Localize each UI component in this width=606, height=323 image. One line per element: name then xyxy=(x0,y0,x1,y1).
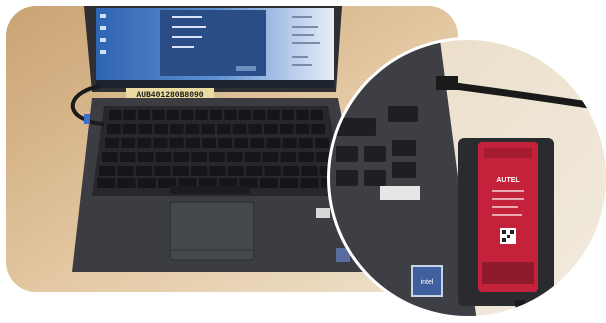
keyboard-key xyxy=(253,110,266,120)
keyboard-key xyxy=(173,152,190,162)
keyboard-key xyxy=(266,138,281,148)
keyboard-key xyxy=(224,110,237,120)
photo-svg: AUB401280B8090 intel AUTEL xyxy=(6,6,606,319)
keyboard-key xyxy=(227,166,245,176)
keyboard-key xyxy=(234,138,249,148)
keyboard-key xyxy=(154,124,168,134)
usb-connector xyxy=(84,114,90,124)
keyboard-key xyxy=(259,178,278,188)
device-brand: AUTEL xyxy=(496,177,520,184)
keyboard-key xyxy=(310,110,323,120)
keyboard-key xyxy=(217,124,231,134)
keyboard-key xyxy=(190,166,208,176)
keyboard-key xyxy=(279,124,294,134)
keyboard-key xyxy=(209,152,225,162)
keyboard-key xyxy=(102,152,118,162)
keyboard-key xyxy=(267,110,280,120)
keyboard-key xyxy=(99,166,116,176)
keyboard-key xyxy=(166,110,179,120)
keyboard-key xyxy=(218,138,233,148)
keyboard-key xyxy=(137,138,152,148)
keyboard-key xyxy=(153,138,168,148)
keyboard-key xyxy=(282,138,297,148)
keyboard-key xyxy=(122,124,137,134)
keyboard-key xyxy=(264,166,281,176)
keyboard-key xyxy=(123,110,136,120)
keyboard-key xyxy=(298,152,315,162)
keyboard-key xyxy=(181,110,194,120)
device-cable xyxy=(515,299,527,316)
keyboard-key xyxy=(209,166,226,176)
spacebar xyxy=(170,186,250,194)
keyboard-key xyxy=(296,110,309,120)
keyboard-key xyxy=(314,138,329,148)
photo-scene: AUB401280B8090 intel AUTEL xyxy=(0,0,606,319)
keyboard-key xyxy=(137,178,156,188)
keyboard-key xyxy=(152,110,165,120)
sticker xyxy=(316,208,330,218)
keyboard-key xyxy=(301,166,318,176)
keyboard-key xyxy=(105,138,120,148)
keyboard-key xyxy=(119,152,136,162)
keyboard-key xyxy=(138,124,153,134)
keyboard-key xyxy=(238,110,251,120)
keyboard-key xyxy=(201,124,215,134)
keyboard-key xyxy=(281,110,295,120)
keyboard-key xyxy=(248,124,263,134)
keyboard-key xyxy=(185,124,200,134)
keyboard-key xyxy=(155,152,172,162)
keyboard-key xyxy=(169,138,184,148)
keyboard-key xyxy=(232,124,247,134)
keyboard-key xyxy=(109,110,122,120)
keyboard-key xyxy=(191,152,207,162)
keyboard-key xyxy=(195,110,208,120)
keyboard-key xyxy=(135,166,153,176)
keyboard-key xyxy=(117,178,136,188)
keyboard-key xyxy=(169,124,184,134)
keyboard-key xyxy=(280,152,297,162)
taskbar xyxy=(96,80,334,88)
keyboard-key xyxy=(137,152,154,162)
keyboard-key xyxy=(137,110,151,120)
keyboard-key xyxy=(97,178,116,188)
keyboard-key xyxy=(117,166,134,176)
keyboard-key xyxy=(311,124,325,134)
keyboard-key xyxy=(244,152,261,162)
keyboard-key xyxy=(300,178,319,188)
keyboard-key xyxy=(298,138,313,148)
keyboard-key xyxy=(250,138,265,148)
touchpad xyxy=(169,201,255,261)
keyboard-key xyxy=(185,138,200,148)
usb-plug xyxy=(436,76,458,90)
keyboard-key xyxy=(154,166,171,176)
keyboard-key xyxy=(121,138,136,148)
zoom-sticker xyxy=(380,186,420,200)
keyboard-key xyxy=(246,166,263,176)
keyboard-key xyxy=(209,110,223,120)
keyboard-key xyxy=(282,166,300,176)
intel-badge-text: intel xyxy=(421,279,434,286)
keyboard-key xyxy=(262,152,279,162)
keyboard-key xyxy=(280,178,299,188)
keyboard-key xyxy=(295,124,310,134)
device-slot xyxy=(482,262,534,284)
keyboard-key xyxy=(107,124,121,134)
keyboard-key xyxy=(264,124,278,134)
keyboard-key xyxy=(172,166,189,176)
keyboard-key xyxy=(201,138,216,148)
keyboard-key xyxy=(226,152,243,162)
